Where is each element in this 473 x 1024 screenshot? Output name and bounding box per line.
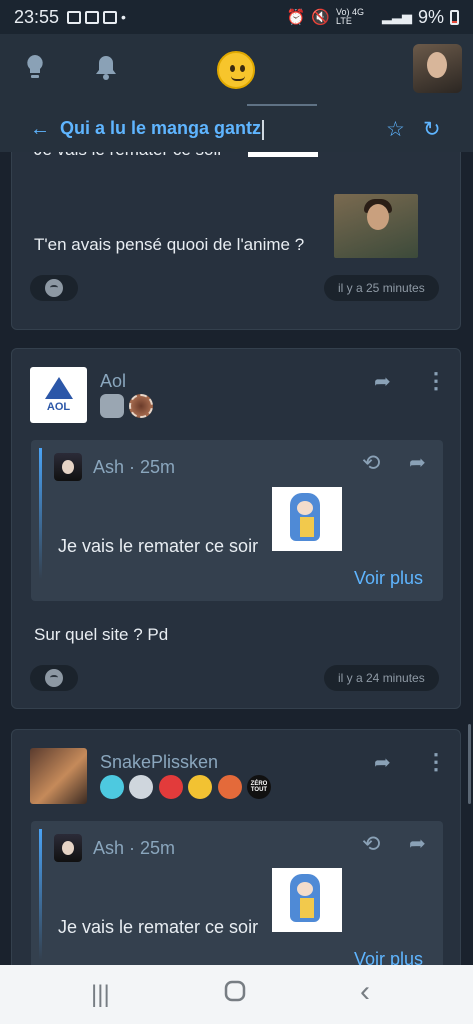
- aol-logo-text: AOL: [46, 401, 71, 413]
- zero-tout-badge-icon: ZÉRO TOUT: [247, 775, 271, 799]
- back-button[interactable]: ‹: [360, 975, 370, 1009]
- quote-author-avatar[interactable]: [54, 453, 82, 481]
- arrow-left-icon[interactable]: ←: [30, 118, 50, 141]
- author-avatar[interactable]: [30, 748, 87, 804]
- character2-badge-icon: [218, 775, 242, 799]
- topic-title: Qui a lu le manga gantz: [60, 118, 265, 140]
- battery-icon: [450, 9, 459, 25]
- youtube-icon: [85, 10, 100, 24]
- reaction-button[interactable]: [30, 275, 78, 301]
- cookie-badge-icon: [129, 394, 153, 418]
- author-name[interactable]: SnakePlissken: [100, 752, 218, 773]
- post-image: [334, 194, 418, 258]
- battery-percent: 9%: [417, 6, 444, 27]
- aol-logo: [44, 377, 73, 399]
- lightbulb-icon[interactable]: [24, 54, 46, 87]
- recents-button[interactable]: |||: [91, 981, 110, 1009]
- character-badge-icon: [188, 775, 212, 799]
- smiley-icon: [45, 279, 63, 297]
- smiley-icon: [45, 669, 63, 687]
- post-timestamp: il y a 25 minutes: [324, 275, 439, 301]
- star-icon[interactable]: ☆: [386, 117, 405, 142]
- bell-icon[interactable]: [94, 54, 118, 87]
- star-badge-icon: [100, 394, 124, 418]
- post-card: AOL Aol ➦ ⋮ Ash · 25m ⟲ ➦ Je vais le rem…: [11, 348, 461, 709]
- quote-text: Je vais le remater ce soir: [58, 917, 259, 937]
- alert-icon: [103, 10, 118, 24]
- more-options-icon[interactable]: ⋮: [425, 749, 447, 775]
- system-nav-bar: ||| ‹: [0, 965, 473, 1024]
- see-more-link[interactable]: Voir plus: [354, 568, 423, 589]
- post-text: Sur quel site ? Pd: [34, 625, 169, 644]
- user-avatar[interactable]: [413, 44, 462, 93]
- reaction-button[interactable]: [30, 665, 78, 691]
- gallery-icon: [67, 10, 82, 24]
- clown-badge-icon: [159, 775, 183, 799]
- quote-text: Je vais le remater ce soir: [58, 536, 259, 556]
- share-icon[interactable]: ➦: [409, 831, 426, 856]
- post-text: T'en avais pensé quooi de l'anime ?: [34, 235, 305, 254]
- share-icon[interactable]: ➦: [374, 750, 391, 775]
- quoted-text: Je vais le remater ce soir: [34, 152, 223, 160]
- refresh-icon[interactable]: ↻: [423, 117, 441, 142]
- face-badge-icon: [129, 775, 153, 799]
- quote-bar: [39, 448, 42, 579]
- dot-icon: •: [121, 9, 126, 25]
- more-options-icon[interactable]: ⋮: [425, 368, 447, 394]
- alarm-icon: ⏰: [286, 9, 306, 26]
- history-icon[interactable]: ⟲: [362, 450, 380, 476]
- scrollbar[interactable]: [468, 724, 471, 804]
- share-icon[interactable]: ➦: [409, 450, 426, 475]
- status-time: 23:55: [14, 6, 60, 27]
- post-timestamp: il y a 24 minutes: [324, 665, 439, 691]
- home-button[interactable]: [224, 980, 246, 1009]
- quote-block: Ash · 25m ⟲ ➦ Je vais le remater ce soir…: [31, 821, 443, 965]
- post-card: SnakePlissken ZÉRO TOUT ➦ ⋮ Ash · 25m ⟲ …: [11, 729, 461, 965]
- status-bar: 23:55 • ⏰ 🔇 Vo) 4G LTE ▂▃▅ 9%: [0, 0, 473, 34]
- notification-icons: •: [67, 9, 126, 25]
- star-badge-icon: [100, 775, 124, 799]
- mute-icon: 🔇: [311, 9, 330, 26]
- signal-icon: ▂▃▅: [381, 9, 412, 24]
- see-more-link[interactable]: Voir plus: [354, 949, 423, 965]
- quote-author: Ash · 25m: [93, 838, 176, 858]
- sticker-image: [272, 487, 342, 551]
- quote-block: Ash · 25m ⟲ ➦ Je vais le remater ce soir…: [31, 440, 443, 601]
- post-card: Je vais le remater ce soir T'en avais pe…: [11, 152, 461, 330]
- smiley-logo[interactable]: [217, 51, 255, 89]
- quote-bar: [39, 829, 42, 960]
- quote-author: Ash · 25m: [93, 457, 176, 477]
- history-icon[interactable]: ⟲: [362, 831, 380, 857]
- share-icon[interactable]: ➦: [374, 369, 391, 394]
- author-name[interactable]: Aol: [100, 371, 126, 392]
- author-avatar[interactable]: AOL: [30, 367, 87, 423]
- quote-author-avatar[interactable]: [54, 834, 82, 862]
- sticker-image: [248, 152, 318, 157]
- posts-list: Je vais le remater ce soir T'en avais pe…: [0, 152, 473, 965]
- topic-bar: ← Qui a lu le manga gantz ☆ ↻: [0, 106, 473, 152]
- network-label: Vo) 4G LTE: [335, 7, 364, 26]
- sticker-image: [272, 868, 342, 932]
- app-bar: [0, 34, 473, 106]
- status-right: ⏰ 🔇 Vo) 4G LTE ▂▃▅ 9%: [287, 7, 459, 28]
